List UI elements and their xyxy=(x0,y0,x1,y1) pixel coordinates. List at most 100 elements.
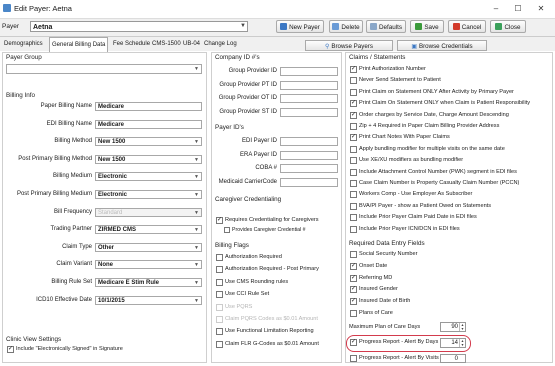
payer-id-input[interactable] xyxy=(280,177,338,187)
claims-option-checkbox[interactable] xyxy=(350,225,357,233)
required-field-checkbox[interactable]: ✓ xyxy=(350,274,357,282)
required-field-checkbox[interactable] xyxy=(350,310,357,317)
claims-option-label: Never Send Statement to Patient xyxy=(359,77,441,84)
billing-flag-checkbox[interactable] xyxy=(216,303,223,311)
claims-option-label: Use XE/XU modifiers as bundling modifier xyxy=(359,157,464,164)
payer-id-label: EDI Payer ID xyxy=(241,138,277,144)
billing-field-input[interactable]: Electronic ▼ xyxy=(95,190,202,199)
payer-id-input[interactable] xyxy=(280,137,338,146)
claims-option-checkbox[interactable] xyxy=(350,123,357,130)
claims-option-checkbox[interactable] xyxy=(350,88,357,96)
minimize-button[interactable]: – xyxy=(488,2,504,16)
payer-select[interactable]: Aetna xyxy=(30,21,248,32)
billing-field-input[interactable]: Medicare xyxy=(95,102,202,111)
company-id-input[interactable] xyxy=(280,67,338,76)
billing-field-input[interactable]: Medicare E Stim Rule ▼ xyxy=(95,278,202,287)
required-field-checkbox[interactable]: ✓ xyxy=(350,298,357,306)
billing-field-input[interactable]: None ▼ xyxy=(95,260,202,270)
claims-option-checkbox[interactable]: ✓ xyxy=(350,111,357,119)
required-field-label: Plans of Care xyxy=(359,310,393,316)
claims-option-checkbox[interactable] xyxy=(350,214,357,222)
payer-id-label: Medicaid CarrierCode xyxy=(218,178,277,185)
requires-credentialing-checkbox[interactable]: ✓ xyxy=(216,217,223,224)
include-signed-checkbox[interactable]: ✓ xyxy=(7,346,14,353)
company-id-input[interactable] xyxy=(280,80,338,90)
close-button[interactable]: Close xyxy=(490,20,526,33)
billing-field-label: Post Primary Billing Medium xyxy=(16,191,92,197)
chevron-down-icon: ▼ xyxy=(194,262,199,269)
delete-button[interactable]: Delete xyxy=(329,20,363,33)
claims-option-checkbox[interactable] xyxy=(350,157,357,165)
spinner-arrows-icon[interactable]: ▲ ▼ xyxy=(459,323,465,331)
required-field-checkbox[interactable] xyxy=(350,251,357,258)
required-field-label: Insured Gender xyxy=(359,286,398,293)
billing-flag-checkbox[interactable] xyxy=(216,278,223,286)
billing-field-label: Bill Frequency xyxy=(53,208,92,215)
chevron-down-icon: ▼ xyxy=(194,209,199,216)
maximize-button[interactable]: ☐ xyxy=(510,2,526,16)
provides-credential-checkbox[interactable] xyxy=(224,227,230,233)
browse-payers-button[interactable]: ⚲ Browse Payers xyxy=(305,40,393,51)
window-title: Edit Payer: Aetna xyxy=(14,4,72,13)
billing-field-input[interactable]: Other ▼ xyxy=(95,242,202,252)
browse-credentials-button[interactable]: ▣ Browse Credentials xyxy=(397,40,487,51)
payer-id-input[interactable] xyxy=(280,150,338,160)
close-icon xyxy=(495,23,503,30)
max-plan-days-stepper[interactable]: 90 ▲ ▼ xyxy=(440,322,466,332)
billing-flag-checkbox[interactable] xyxy=(216,254,223,261)
billing-field-input[interactable]: Standard ▼ xyxy=(95,207,202,217)
billing-field-input[interactable]: Medicare xyxy=(95,119,202,129)
claims-option-checkbox[interactable]: ✓ xyxy=(350,100,357,108)
claims-option-checkbox[interactable]: ✓ xyxy=(350,134,357,142)
billing-field-label: Billing Rule Set xyxy=(51,279,92,285)
payer-group-select[interactable]: ▼ xyxy=(6,64,202,74)
billing-flag-checkbox[interactable] xyxy=(216,340,223,348)
defaults-icon xyxy=(369,23,377,30)
billing-field-input[interactable]: Electronic ▼ xyxy=(95,172,202,182)
billing-flag-label: Authorization Required - Post Primary xyxy=(225,266,319,273)
company-id-input[interactable] xyxy=(280,107,338,117)
tab-cms-1500[interactable]: CMS-1500 xyxy=(150,39,183,50)
tab-demographics[interactable]: Demographics xyxy=(2,39,45,50)
billing-field-input[interactable]: ZIRMED CMS ▼ xyxy=(95,225,202,235)
claims-option-checkbox[interactable] xyxy=(350,180,357,187)
payer-id-input[interactable] xyxy=(280,164,338,173)
defaults-button[interactable]: Defaults xyxy=(366,20,406,33)
billing-field-input[interactable]: New 1500 ▼ xyxy=(95,137,202,147)
billing-field-input[interactable]: 10/1/2015 ▼ xyxy=(95,295,202,305)
required-field-checkbox[interactable]: ✓ xyxy=(350,286,357,294)
include-signed-label: Include "Electronically Signed" in Signa… xyxy=(16,346,123,352)
new-payer-button[interactable]: New Payer xyxy=(276,20,324,33)
alert-by-visits-checkbox[interactable] xyxy=(350,355,357,362)
billing-flag-checkbox[interactable] xyxy=(216,291,223,299)
billing-flag-checkbox[interactable] xyxy=(216,266,223,274)
billing-flag-checkbox[interactable] xyxy=(216,328,223,336)
billing-field-label: ICD10 Effective Date xyxy=(36,296,92,303)
claims-option-checkbox[interactable] xyxy=(350,168,357,176)
chevron-down-icon: ▼ xyxy=(194,297,199,304)
chevron-down-icon[interactable]: ▼ xyxy=(240,23,246,29)
tab-fee-schedule[interactable]: Fee Schedule xyxy=(111,39,152,50)
required-field-checkbox[interactable]: ✓ xyxy=(350,262,357,270)
save-button[interactable]: Save xyxy=(410,20,444,33)
billing-field-input[interactable]: New 1500 ▼ xyxy=(95,154,202,164)
close-window-button[interactable]: ✕ xyxy=(533,2,549,16)
tab-change-log[interactable]: Change Log xyxy=(202,39,239,50)
claims-option-label: Apply bundling modifier for multiple vis… xyxy=(359,145,505,152)
claims-option-checkbox[interactable] xyxy=(350,202,357,210)
alert-visits-stepper[interactable]: 0 xyxy=(440,354,466,363)
claims-option-label: Zip + 4 Required in Paper Claim Billing … xyxy=(359,123,500,129)
cancel-button[interactable]: Cancel xyxy=(448,20,486,33)
caregiver-cred-title: Caregiver Credentialing xyxy=(215,196,282,203)
chevron-down-icon: ▼ xyxy=(194,280,199,286)
payer-id-label: COBA # xyxy=(255,165,277,171)
claims-option-checkbox[interactable] xyxy=(350,191,357,199)
company-id-input[interactable] xyxy=(280,94,338,103)
billing-flag-checkbox[interactable] xyxy=(216,316,223,323)
claims-option-checkbox[interactable] xyxy=(350,145,357,153)
claims-option-checkbox[interactable]: ✓ xyxy=(350,66,357,73)
billing-flag-label: Authorization Required xyxy=(225,254,282,260)
claims-option-checkbox[interactable] xyxy=(350,77,357,85)
tab-general-billing-data[interactable]: General Billing Data xyxy=(49,37,109,52)
tab-ub-04[interactable]: UB-04 xyxy=(181,39,202,50)
